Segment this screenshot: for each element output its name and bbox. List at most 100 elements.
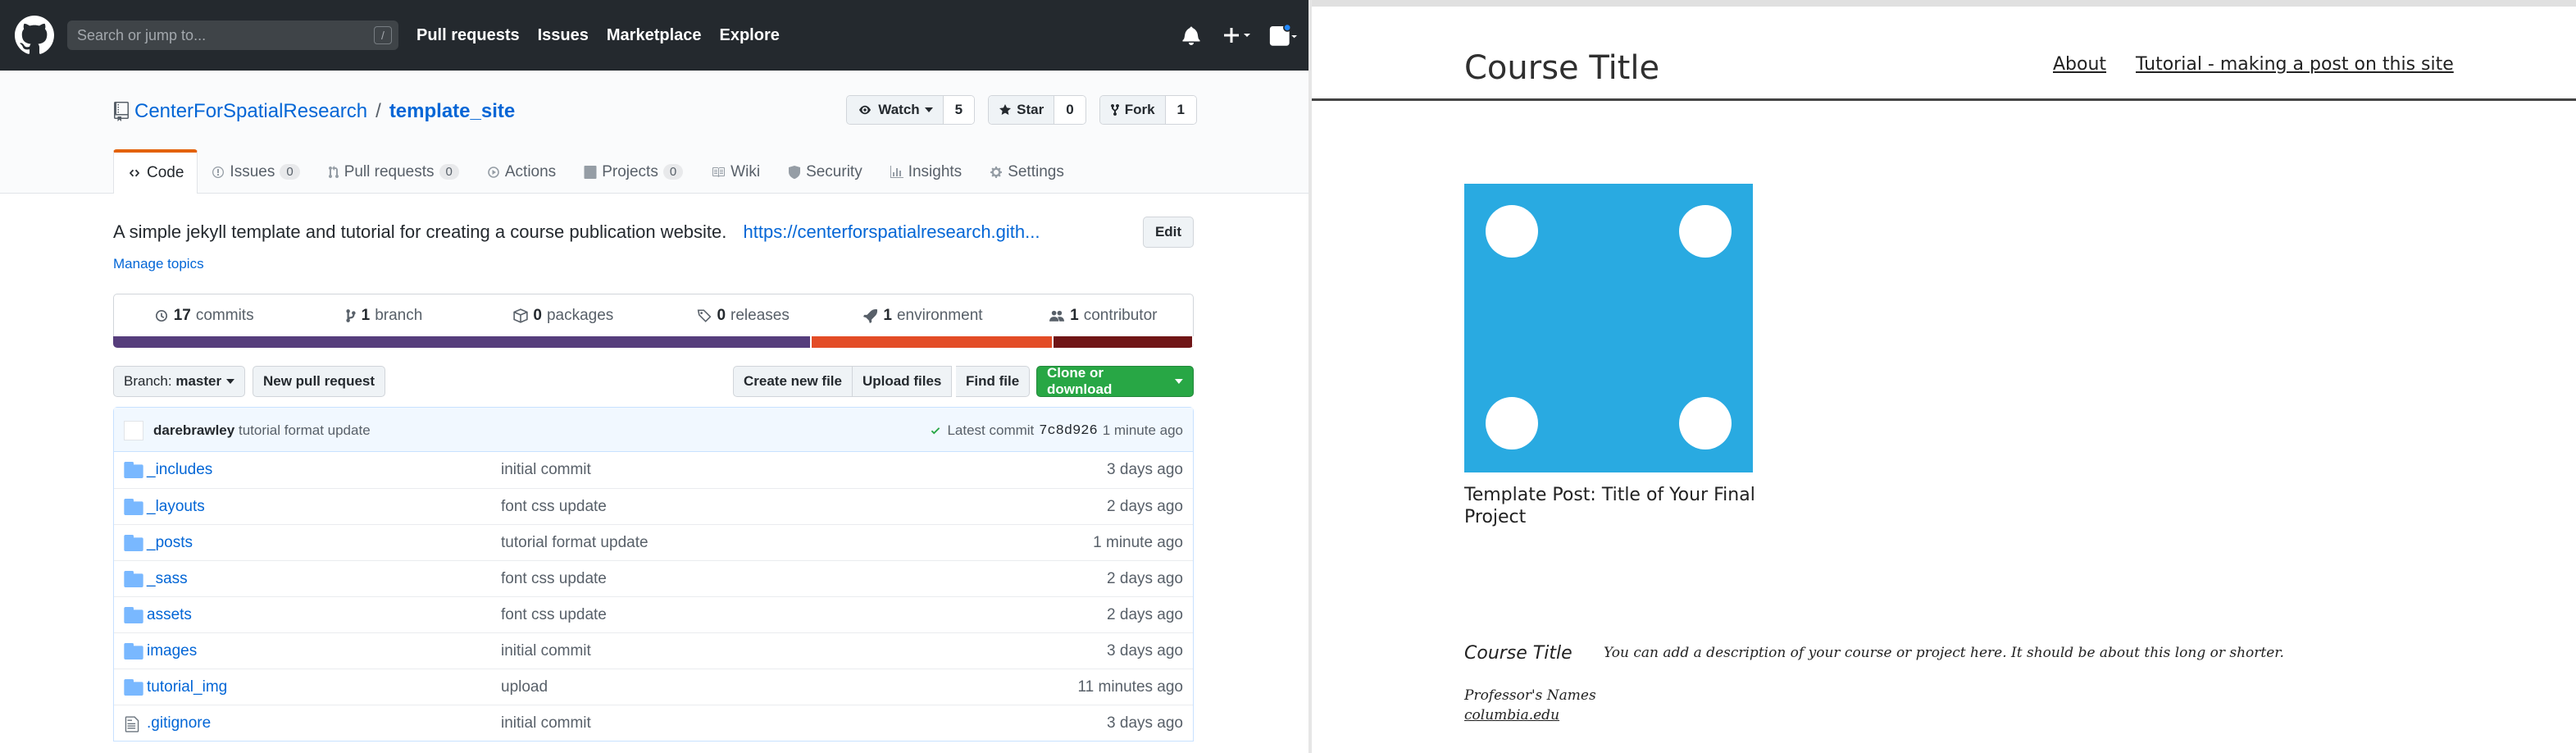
summary-environments[interactable]: 1 environment [833, 294, 1013, 336]
language-segment[interactable] [812, 336, 1054, 348]
clone-or-download-button[interactable]: Clone or download [1036, 365, 1194, 397]
watch-button[interactable]: Watch [847, 96, 944, 124]
commit-age: 1 minute ago [1102, 422, 1183, 438]
file-commit-message[interactable]: initial commit [501, 461, 591, 479]
package-label: packages [546, 306, 614, 324]
tab-pull-requests[interactable]: Pull requests 0 [314, 149, 473, 194]
file-row[interactable]: tutorial_img upload 11 minutes ago [114, 669, 1193, 705]
upload-files-button[interactable]: Upload files [853, 366, 953, 397]
file-name-link[interactable]: _includes [147, 461, 212, 479]
nav-marketplace[interactable]: Marketplace [607, 26, 702, 45]
fork-count[interactable]: 1 [1165, 96, 1196, 124]
avatar[interactable] [1269, 21, 1297, 49]
find-file-button[interactable]: Find file [956, 366, 1031, 397]
file-name-link[interactable]: images [147, 642, 197, 660]
file-age: 2 days ago [1107, 498, 1183, 515]
star-button[interactable]: Star [989, 96, 1055, 124]
tab-code[interactable]: Code [113, 149, 198, 194]
author-avatar[interactable] [124, 421, 143, 440]
file-name-link[interactable]: _layouts [147, 498, 205, 516]
file-row[interactable]: _includes initial commit 3 days ago [114, 452, 1193, 488]
post-thumbnail[interactable] [1464, 184, 1753, 472]
tab-wiki[interactable]: Wiki [697, 149, 774, 194]
file-commit-message[interactable]: initial commit [501, 714, 591, 732]
nav-tutorial-link[interactable]: Tutorial - making a post on this site [2136, 54, 2454, 75]
file-name-link[interactable]: _posts [147, 534, 193, 552]
summary-branches[interactable]: 1 branch [294, 294, 473, 336]
footer-course-title: Course Title [1464, 643, 1572, 664]
file-name-link[interactable]: _sass [147, 570, 188, 588]
language-bar[interactable] [113, 336, 1194, 348]
latest-commit-prefix: Latest commit [947, 422, 1035, 438]
file-name-link[interactable]: tutorial_img [147, 678, 227, 696]
watch-count[interactable]: 5 [943, 96, 975, 124]
file-age: 11 minutes ago [1077, 678, 1183, 696]
commit-message-link[interactable]: tutorial format update [239, 422, 371, 439]
fork-button[interactable]: Fork [1099, 96, 1166, 124]
summary-releases[interactable]: 0 releases [653, 294, 833, 336]
create-new-file-button[interactable]: Create new file [733, 366, 853, 397]
file-row[interactable]: _sass font css update 2 days ago [114, 560, 1193, 596]
commit-author-link[interactable]: darebrawley [153, 422, 234, 439]
github-header: / Pull requests Issues Marketplace Explo… [0, 0, 1308, 71]
branch-label: branch [375, 306, 423, 324]
file-commit-message[interactable]: upload [501, 678, 548, 696]
nav-about-link[interactable]: About [2053, 54, 2106, 75]
nav-issues[interactable]: Issues [538, 26, 589, 45]
file-commit-message[interactable]: tutorial format update [501, 534, 649, 552]
repo-name-link[interactable]: template_site [389, 100, 515, 123]
branch-select-label: Branch: [124, 373, 172, 389]
tab-settings[interactable]: Settings [976, 149, 1078, 194]
file-commit-message[interactable]: font css update [501, 498, 607, 516]
language-segment[interactable] [1053, 336, 1194, 348]
file-commit-message[interactable]: font css update [501, 570, 607, 588]
file-row[interactable]: assets font css update 2 days ago [114, 596, 1193, 632]
file-row[interactable]: .gitignore initial commit 3 days ago [114, 705, 1193, 741]
search-box[interactable]: / [67, 21, 398, 50]
bell-icon[interactable] [1177, 21, 1205, 49]
file-name-link[interactable]: .gitignore [147, 714, 211, 732]
commit-sha-link[interactable]: 7c8d926 [1039, 423, 1097, 439]
file-row[interactable]: images initial commit 3 days ago [114, 632, 1193, 669]
issues-counter: 0 [280, 164, 300, 180]
file-commit-message[interactable]: initial commit [501, 642, 591, 660]
github-logo-icon[interactable] [15, 16, 54, 55]
repo-separator: / [375, 100, 381, 122]
nav-explore[interactable]: Explore [720, 26, 780, 45]
nav-pull-requests[interactable]: Pull requests [416, 26, 520, 45]
site-title[interactable]: Course Title [1464, 49, 1659, 87]
repo-header: CenterForSpatialResearch / template_site… [0, 71, 1308, 194]
star-count[interactable]: 0 [1054, 96, 1085, 124]
search-input[interactable] [67, 21, 398, 50]
fork-group: Fork 1 [1099, 95, 1197, 125]
file-commit-message[interactable]: font css update [501, 606, 607, 624]
latest-commit-bar: darebrawley tutorial format update Lates… [114, 408, 1193, 452]
tab-label: Settings [1008, 162, 1064, 180]
tab-projects[interactable]: Projects 0 [570, 149, 697, 194]
book-icon [712, 167, 726, 177]
file-name-link[interactable]: assets [147, 606, 192, 624]
summary-contributors[interactable]: 1 contributor [1013, 294, 1193, 336]
footer-link[interactable]: columbia.edu [1464, 707, 1559, 723]
file-row[interactable]: _layouts font css update 2 days ago [114, 488, 1193, 524]
summary-packages[interactable]: 0 packages [474, 294, 653, 336]
repo-owner-link[interactable]: CenterForSpatialResearch [134, 100, 367, 123]
plus-dropdown-icon[interactable] [1223, 21, 1251, 49]
clone-label: Clone or download [1047, 365, 1113, 397]
new-pull-request-button[interactable]: New pull request [253, 366, 386, 397]
tab-issues[interactable]: Issues 0 [198, 149, 313, 194]
edit-description-button[interactable]: Edit [1143, 217, 1194, 248]
summary-commits[interactable]: 17 commits [114, 294, 294, 336]
tab-insights[interactable]: Insights [876, 149, 976, 194]
check-icon[interactable] [929, 425, 942, 436]
post-title-link[interactable]: Template Post: Title of Your Final Proje… [1464, 484, 1759, 528]
manage-topics-link[interactable]: Manage topics [113, 256, 204, 272]
branch-select-button[interactable]: Branch: master [113, 366, 246, 397]
language-segment[interactable] [113, 336, 812, 348]
file-row[interactable]: _posts tutorial format update 1 minute ago [114, 524, 1193, 560]
tab-security[interactable]: Security [774, 149, 876, 194]
homepage-link[interactable]: https://centerforspatialresearch.gith... [744, 221, 1040, 242]
tab-label: Wiki [730, 162, 761, 180]
tab-label: Pull requests [344, 162, 435, 180]
tab-actions[interactable]: Actions [473, 149, 570, 194]
